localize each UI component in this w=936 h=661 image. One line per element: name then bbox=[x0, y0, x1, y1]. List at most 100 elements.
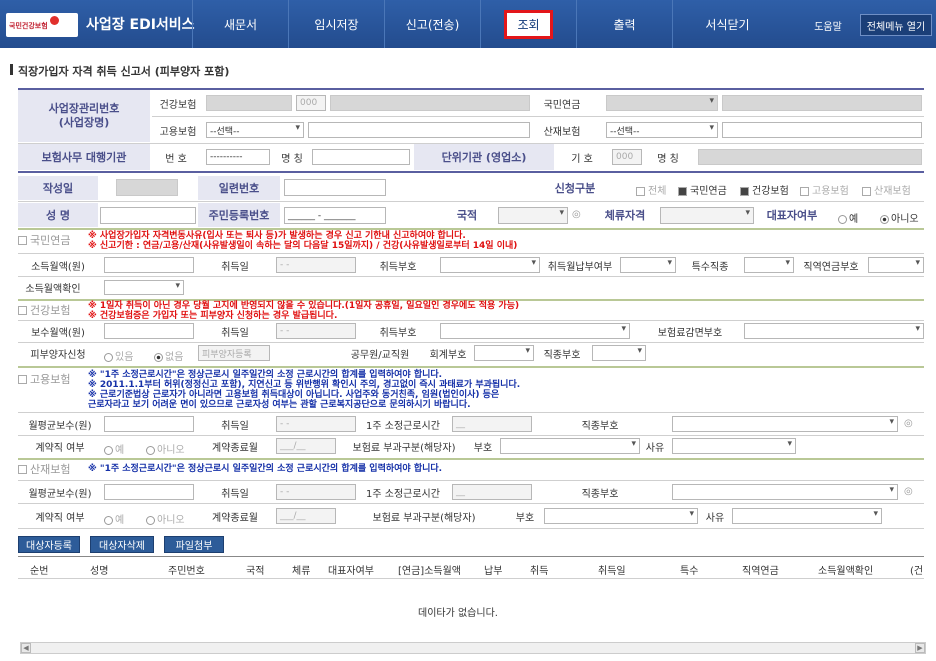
unit-name bbox=[698, 149, 922, 165]
pension-acq-date[interactable]: - - bbox=[276, 257, 356, 273]
apply-pension[interactable]: 국민연금 bbox=[678, 182, 727, 197]
col-acq-date: 취득일 bbox=[598, 566, 626, 577]
employ-job-label: 직종부호 bbox=[581, 420, 619, 432]
contract-no[interactable]: 아니오 bbox=[146, 441, 185, 456]
wage-input[interactable] bbox=[104, 323, 194, 339]
rep-yes[interactable]: 예 bbox=[838, 210, 858, 225]
accident-biz-name[interactable] bbox=[722, 122, 922, 138]
scroll-right-icon[interactable]: ▶ bbox=[915, 643, 925, 653]
pension-acq-date-label: 취득일 bbox=[221, 261, 249, 273]
add-target-button[interactable]: 대상자등록 bbox=[18, 536, 80, 553]
levy-label: 보험료 부과구분(해당자) bbox=[352, 442, 456, 454]
apply-employ[interactable]: 고용보험 bbox=[800, 182, 849, 197]
serial-label: 일련번호 bbox=[198, 176, 280, 200]
agency-name-input[interactable] bbox=[312, 149, 410, 165]
accident-job-select[interactable] bbox=[672, 484, 898, 500]
levy-code-select[interactable] bbox=[500, 438, 640, 454]
rep-no[interactable]: 아니오 bbox=[880, 210, 919, 225]
accident-contract-yes[interactable]: 예 bbox=[104, 511, 124, 526]
accident-wage-input[interactable] bbox=[104, 484, 194, 500]
col-health: (건 bbox=[910, 566, 924, 577]
serial-input[interactable] bbox=[284, 179, 386, 196]
dependent-no[interactable]: 없음 bbox=[154, 348, 183, 363]
job-code-select[interactable] bbox=[592, 345, 646, 361]
employ-wage-input[interactable] bbox=[104, 416, 194, 432]
accident-hours-label: 1주 소정근로시간 bbox=[366, 488, 440, 500]
health-acq-code[interactable] bbox=[440, 323, 630, 339]
accident-section[interactable]: 산재보험 bbox=[18, 462, 70, 476]
stay-select[interactable] bbox=[660, 207, 754, 224]
health-section[interactable]: 건강보험 bbox=[18, 303, 70, 317]
contract-end-label: 계약종료월 bbox=[212, 442, 258, 454]
accident-end-label: 계약종료월 bbox=[212, 512, 258, 524]
health-acq-date[interactable]: - - bbox=[276, 323, 356, 339]
health-label: 건강보험 bbox=[159, 99, 197, 111]
job-pension-select[interactable] bbox=[868, 257, 924, 273]
help-button[interactable]: 도움말 bbox=[808, 14, 848, 36]
accident-levy-select[interactable] bbox=[544, 508, 698, 524]
employ-acq-date[interactable]: - - bbox=[276, 416, 356, 432]
accident-select[interactable]: --선택-- bbox=[606, 122, 718, 138]
search-icon[interactable]: ◎ bbox=[572, 209, 581, 220]
reduce-select[interactable] bbox=[744, 323, 924, 339]
accident-end[interactable]: ___/__ bbox=[276, 508, 336, 524]
attach-file-button[interactable]: 파일첨부 bbox=[164, 536, 224, 553]
nhis-logo: 국민건강보험 bbox=[6, 13, 78, 37]
pay-select[interactable] bbox=[620, 257, 676, 273]
pension-select[interactable] bbox=[606, 95, 718, 111]
nation-select[interactable] bbox=[498, 207, 568, 224]
horizontal-scrollbar[interactable]: ◀ ▶ bbox=[20, 642, 926, 654]
employ-job-select[interactable] bbox=[672, 416, 898, 432]
income-check-select[interactable] bbox=[104, 280, 184, 295]
accident-note-1: ※ "1주 소정근로시간"은 정상근로시 일주일간의 소정 근로시간의 합계를 … bbox=[88, 464, 443, 474]
income-input[interactable] bbox=[104, 257, 194, 273]
pension-biz-name bbox=[722, 95, 922, 111]
scroll-left-icon[interactable]: ◀ bbox=[21, 643, 31, 653]
employ-biz-name[interactable] bbox=[308, 122, 530, 138]
delete-target-button[interactable]: 대상자삭제 bbox=[90, 536, 154, 553]
top-bar: 국민건강보험 사업장 EDI서비스 새문서 임시저장 신고(전송) 조회 출력 … bbox=[0, 0, 936, 48]
col-job-pension: 직역연금 bbox=[742, 566, 779, 577]
menu-submit[interactable]: 신고(전송) bbox=[384, 0, 480, 48]
agency-num-input[interactable]: ---------- bbox=[206, 149, 270, 165]
menu-print[interactable]: 출력 bbox=[576, 0, 672, 48]
dependent-register-button[interactable]: 피부양자등록 bbox=[198, 345, 270, 361]
employ-note-1: ※ "1주 소정근로시간"은 정상근로시 일주일간의 소정 근로시간의 합계를 … bbox=[88, 370, 443, 380]
contract-end[interactable]: ___/__ bbox=[276, 438, 336, 454]
reason-label: 사유 bbox=[645, 442, 665, 454]
apply-accident[interactable]: 산재보험 bbox=[862, 182, 911, 197]
employ-note-3: ※ 근로기준법상 근로자가 아니라면 고용보험 취득대상이 아닙니다. 사업주와… bbox=[88, 390, 500, 400]
pension-acq-code[interactable] bbox=[440, 257, 540, 273]
accident-reason-select[interactable] bbox=[732, 508, 882, 524]
rrn-input[interactable]: ______ - _______ bbox=[284, 207, 386, 224]
accident-contract-no[interactable]: 아니오 bbox=[146, 511, 185, 526]
employ-hours[interactable]: __ bbox=[452, 416, 532, 432]
col-rep: 대표자여부 bbox=[328, 566, 374, 577]
account-label: 회계부호 bbox=[429, 349, 467, 361]
name-input[interactable] bbox=[100, 207, 196, 224]
special-select[interactable] bbox=[744, 257, 794, 273]
accident-acq-date[interactable]: - - bbox=[276, 484, 356, 500]
menu-inquiry[interactable]: 조회 bbox=[480, 0, 576, 48]
accident-job-search-icon[interactable]: ◎ bbox=[904, 486, 913, 497]
apply-label: 신청구분 bbox=[554, 182, 596, 195]
pension-section[interactable]: 국민연금 bbox=[18, 233, 70, 247]
contract-yes[interactable]: 예 bbox=[104, 441, 124, 456]
all-menu-button[interactable]: 전체메뉴 열기 bbox=[860, 14, 932, 36]
employ-section[interactable]: 고용보험 bbox=[18, 372, 70, 386]
account-select[interactable] bbox=[474, 345, 534, 361]
rrn-label: 주민등록번호 bbox=[198, 203, 280, 227]
apply-all[interactable]: 전체 bbox=[636, 182, 666, 197]
menu-new[interactable]: 새문서 bbox=[192, 0, 288, 48]
reason-select[interactable] bbox=[672, 438, 796, 454]
col-name: 성명 bbox=[90, 566, 109, 577]
accident-hours[interactable]: __ bbox=[452, 484, 532, 500]
apply-health[interactable]: 건강보험 bbox=[740, 182, 789, 197]
menu-close-form[interactable]: 서식닫기 bbox=[672, 0, 782, 48]
menu-temp-save[interactable]: 임시저장 bbox=[288, 0, 384, 48]
employ-select[interactable]: --선택-- bbox=[206, 122, 304, 138]
dependent-yes[interactable]: 있음 bbox=[104, 348, 133, 363]
employ-job-search-icon[interactable]: ◎ bbox=[904, 418, 913, 429]
civil-label: 공무원/교직원 bbox=[350, 349, 410, 361]
col-no: 순번 bbox=[30, 566, 49, 577]
